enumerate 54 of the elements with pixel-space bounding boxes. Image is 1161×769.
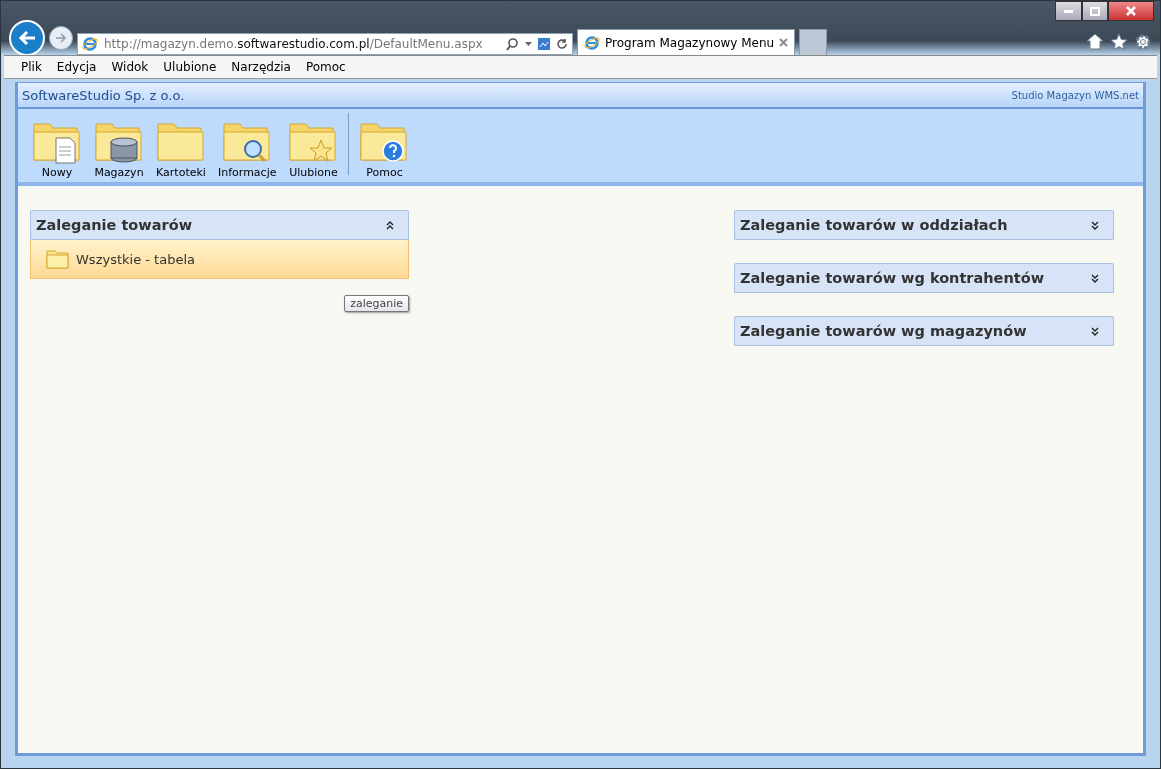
expand-icon bbox=[1091, 273, 1099, 283]
back-button[interactable] bbox=[9, 20, 45, 56]
menu-item[interactable]: Plik bbox=[21, 60, 42, 74]
folder-icon bbox=[156, 120, 206, 164]
toolbar-button[interactable]: Informacje bbox=[212, 120, 283, 179]
folder-icon bbox=[32, 120, 82, 164]
refresh-icon bbox=[556, 38, 568, 50]
toolbar-button[interactable]: Magazyn bbox=[88, 120, 150, 179]
menu-item[interactable]: Pomoc bbox=[305, 60, 346, 74]
menu-item[interactable]: Widok bbox=[111, 60, 149, 74]
minimize-button[interactable] bbox=[1055, 1, 1082, 21]
toolbar-button[interactable]: Ulubione bbox=[282, 120, 345, 179]
forward-arrow-icon bbox=[55, 33, 67, 43]
panel-item[interactable]: Wszystkie - tabela bbox=[30, 240, 409, 279]
home-icon[interactable] bbox=[1086, 33, 1104, 50]
expand-icon bbox=[1091, 326, 1099, 336]
folder-icon bbox=[222, 120, 273, 164]
collapse-icon bbox=[386, 220, 394, 230]
browser-logo-icon bbox=[82, 36, 98, 52]
toolbar-button[interactable]: Nowy bbox=[26, 120, 88, 179]
folder-icon bbox=[359, 120, 410, 164]
forward-button[interactable] bbox=[49, 26, 73, 50]
product-name: Studio Magazyn WMS.net bbox=[1011, 89, 1139, 101]
menu-item[interactable]: Ulubione bbox=[163, 60, 217, 74]
maximize-button[interactable] bbox=[1082, 1, 1108, 21]
close-icon bbox=[779, 38, 789, 47]
search-icon bbox=[506, 37, 519, 51]
toolbar-button[interactable]: Pomoc bbox=[353, 120, 416, 179]
folder-icon bbox=[94, 120, 144, 164]
expand-icon bbox=[1091, 220, 1099, 230]
browser-tab[interactable]: Program Magazynowy Menu bbox=[577, 29, 796, 55]
toolbar-button[interactable]: Kartoteki bbox=[150, 120, 212, 179]
minimize-icon bbox=[1064, 9, 1073, 13]
caret-icon bbox=[525, 42, 532, 46]
folder-icon bbox=[288, 120, 339, 164]
close-icon bbox=[1126, 6, 1136, 16]
company-name: SoftwareStudio Sp. z o.o. bbox=[22, 87, 185, 103]
address-field[interactable]: http://magazyn.demo.softwarestudio.com.pl/DefaultMenu.aspx bbox=[77, 33, 573, 55]
menu-item[interactable]: Edycja bbox=[56, 60, 97, 74]
compatibility-icon bbox=[538, 38, 550, 50]
star-icon[interactable] bbox=[1110, 33, 1128, 50]
browser-logo-icon bbox=[584, 34, 600, 51]
panel-header[interactable]: Zaleganie towarów wg magazynów bbox=[734, 316, 1114, 346]
panel-header[interactable]: Zaleganie towarów w oddziałach bbox=[734, 210, 1114, 240]
back-arrow-icon bbox=[18, 30, 36, 46]
panel-header[interactable]: Zaleganie towarów bbox=[30, 210, 409, 240]
panel-header[interactable]: Zaleganie towarów wg kontrahentów bbox=[734, 263, 1114, 293]
maximize-icon bbox=[1090, 6, 1100, 16]
menu-item[interactable]: Narzędzia bbox=[231, 60, 291, 74]
folder-icon bbox=[46, 249, 69, 269]
tooltip: zaleganie bbox=[344, 295, 409, 312]
close-button[interactable] bbox=[1108, 1, 1154, 21]
new-tab-button[interactable] bbox=[799, 29, 828, 55]
settings-icon[interactable] bbox=[1134, 33, 1152, 51]
